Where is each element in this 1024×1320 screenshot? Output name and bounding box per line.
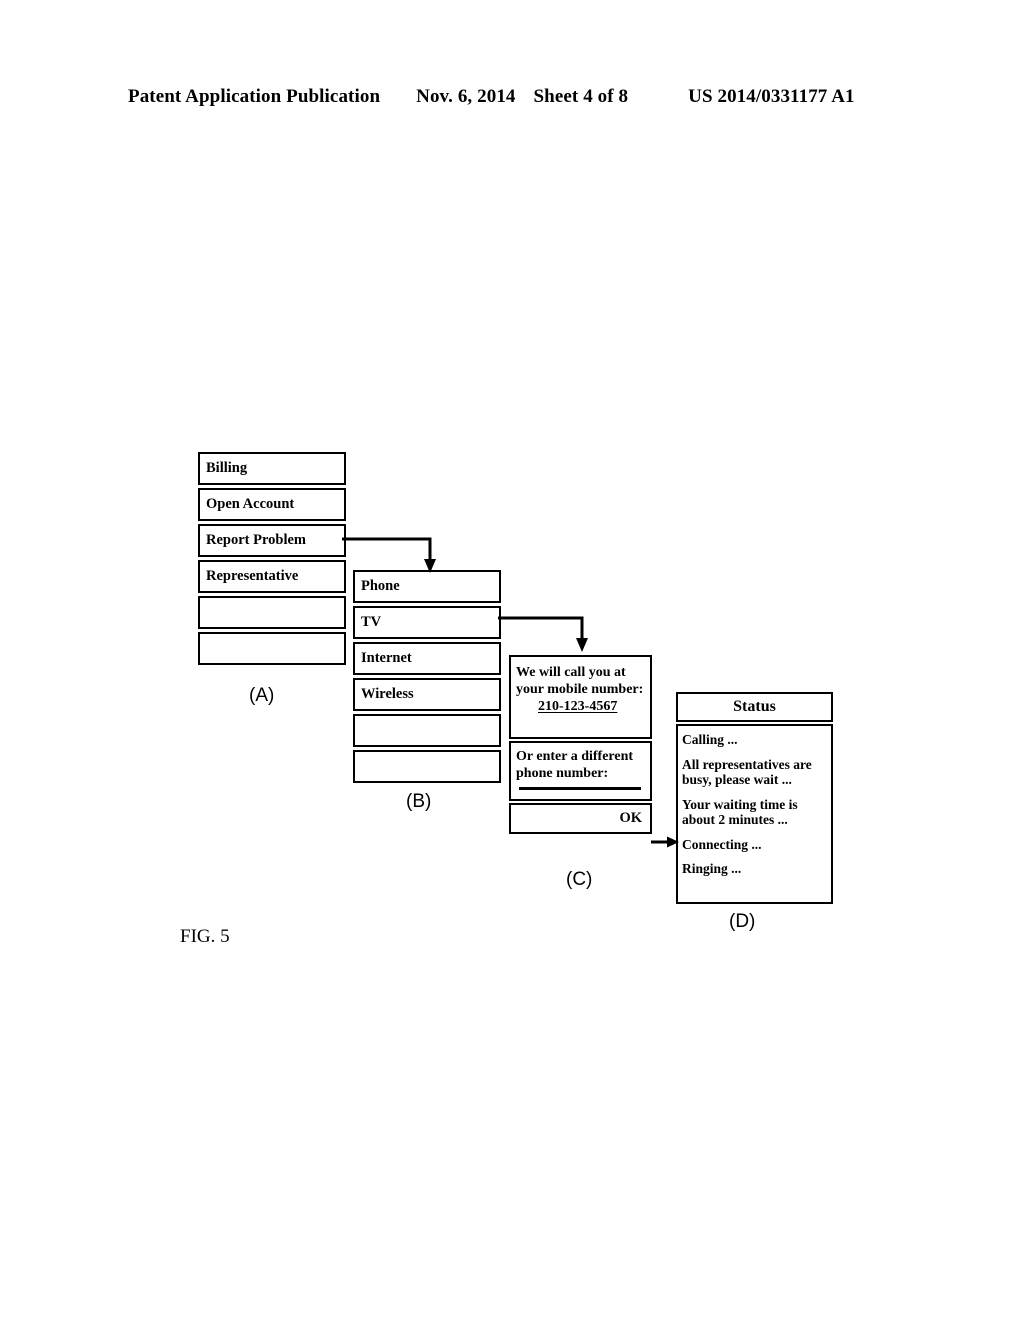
- alternate-number-box[interactable]: Or enter a different phone number:: [509, 741, 652, 801]
- menu-item-wireless[interactable]: Wireless: [353, 678, 501, 711]
- panel-caption-a: (A): [249, 685, 275, 706]
- status-line-waiting-time: Your waiting time is about 2 minutes ...: [682, 796, 798, 828]
- panel-caption-d: (D): [729, 911, 756, 932]
- menu-item-internet[interactable]: Internet: [353, 642, 501, 675]
- status-panel-title: Status: [676, 692, 833, 722]
- menu-item-label: Wireless: [361, 685, 414, 702]
- connector-arrow-a-to-b: [342, 537, 436, 573]
- phone-number-input-line[interactable]: [519, 787, 641, 790]
- menu-item-label: Billing: [206, 459, 248, 476]
- status-line-calling: Calling ...: [682, 732, 738, 747]
- figure-5-drawing: Billing Open Account Report Problem Repr…: [0, 0, 1024, 1320]
- menu-panel-a: Billing Open Account Report Problem Repr…: [198, 452, 346, 667]
- menu-item-empty-b-6[interactable]: [353, 750, 501, 783]
- figure-label: FIG. 5: [180, 926, 230, 947]
- status-line-ringing: Ringing ...: [682, 861, 742, 877]
- menu-item-report-problem[interactable]: Report Problem: [198, 524, 346, 557]
- connector-arrow-b-to-c: [498, 616, 588, 652]
- alternate-number-prompt: Or enter a different phone number:: [516, 749, 634, 781]
- status-title-label: Status: [733, 698, 776, 715]
- status-line-busy: All representatives are busy, please wai…: [682, 756, 812, 788]
- callback-dialog-panel-c: We will call you at your mobile number: …: [509, 655, 652, 855]
- menu-item-billing[interactable]: Billing: [198, 452, 346, 485]
- status-line-connecting: Connecting ...: [682, 836, 762, 852]
- menu-item-phone[interactable]: Phone: [353, 570, 501, 603]
- callback-message-box: We will call you at your mobile number: …: [509, 655, 652, 739]
- menu-item-label: Phone: [361, 577, 400, 594]
- menu-item-label: Open Account: [206, 495, 295, 512]
- menu-item-open-account[interactable]: Open Account: [198, 488, 346, 521]
- menu-item-label: Internet: [361, 649, 412, 666]
- menu-item-tv[interactable]: TV: [353, 606, 501, 639]
- menu-item-label: TV: [361, 613, 382, 630]
- menu-panel-b: Phone TV Internet Wireless: [353, 570, 501, 785]
- panel-caption-b: (B): [406, 791, 432, 812]
- panel-caption-c: (C): [566, 869, 593, 890]
- ok-button-label: OK: [619, 809, 642, 826]
- menu-item-empty-b-5[interactable]: [353, 714, 501, 747]
- menu-item-representative[interactable]: Representative: [198, 560, 346, 593]
- menu-item-empty-a-6[interactable]: [198, 632, 346, 665]
- ok-button[interactable]: OK: [509, 803, 652, 834]
- status-panel-d: Status Calling ... All representatives a…: [676, 692, 833, 907]
- callback-phone-number: 210-123-4567: [538, 699, 618, 715]
- callback-message-text: We will call you at your mobile number:: [516, 665, 644, 697]
- menu-item-empty-a-5[interactable]: [198, 596, 346, 629]
- menu-item-label: Representative: [206, 567, 299, 584]
- menu-item-label: Report Problem: [206, 531, 306, 548]
- status-message-list: Calling ... All representatives are busy…: [676, 724, 833, 904]
